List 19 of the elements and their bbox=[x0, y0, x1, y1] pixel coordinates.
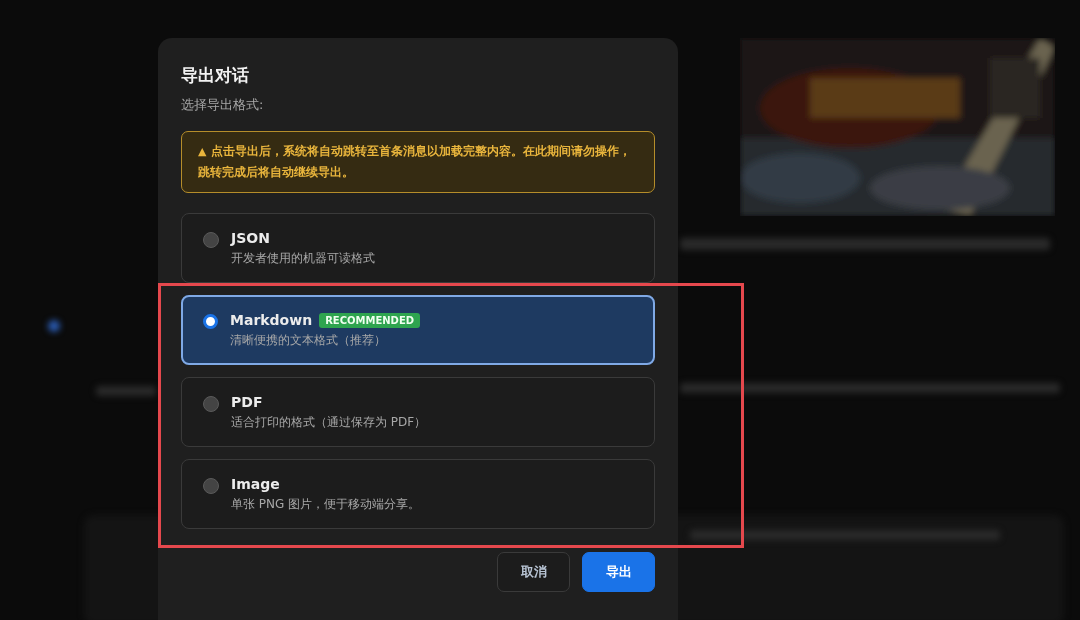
recommended-badge: RECOMMENDED bbox=[319, 312, 421, 328]
format-option[interactable]: Markdown RECOMMENDED 清晰便携的文本格式（推荐） bbox=[181, 295, 655, 365]
option-description: 单张 PNG 图片，便于移动端分享。 bbox=[231, 496, 421, 513]
dialog-subtitle: 选择导出格式: bbox=[181, 96, 265, 114]
format-option[interactable]: PDF 适合打印的格式（通过保存为 PDF） bbox=[181, 377, 655, 447]
option-name: Markdown bbox=[230, 312, 313, 328]
option-name: Image bbox=[231, 476, 280, 492]
cancel-button[interactable]: 取消 bbox=[497, 552, 570, 592]
format-option[interactable]: Image 单张 PNG 图片，便于移动端分享。 bbox=[181, 459, 655, 529]
export-button[interactable]: 导出 bbox=[582, 552, 655, 592]
option-name: JSON bbox=[231, 230, 270, 246]
warning-text: ▲ 点击导出后，系统将自动跳转至首条消息以加载完整内容。在此期间请勿操作，跳转完成后将自动继续导出。 bbox=[198, 143, 632, 181]
option-description: 适合打印的格式（通过保存为 PDF） bbox=[231, 414, 427, 431]
option-name: PDF bbox=[231, 394, 263, 410]
option-description: 清晰便携的文本格式（推荐） bbox=[230, 332, 387, 349]
warning-icon: ▲ bbox=[198, 145, 207, 158]
dialog-title: 导出对话 bbox=[181, 64, 250, 87]
format-option[interactable]: JSON 开发者使用的机器可读格式 bbox=[181, 213, 655, 283]
option-description: 开发者使用的机器可读格式 bbox=[231, 250, 375, 267]
